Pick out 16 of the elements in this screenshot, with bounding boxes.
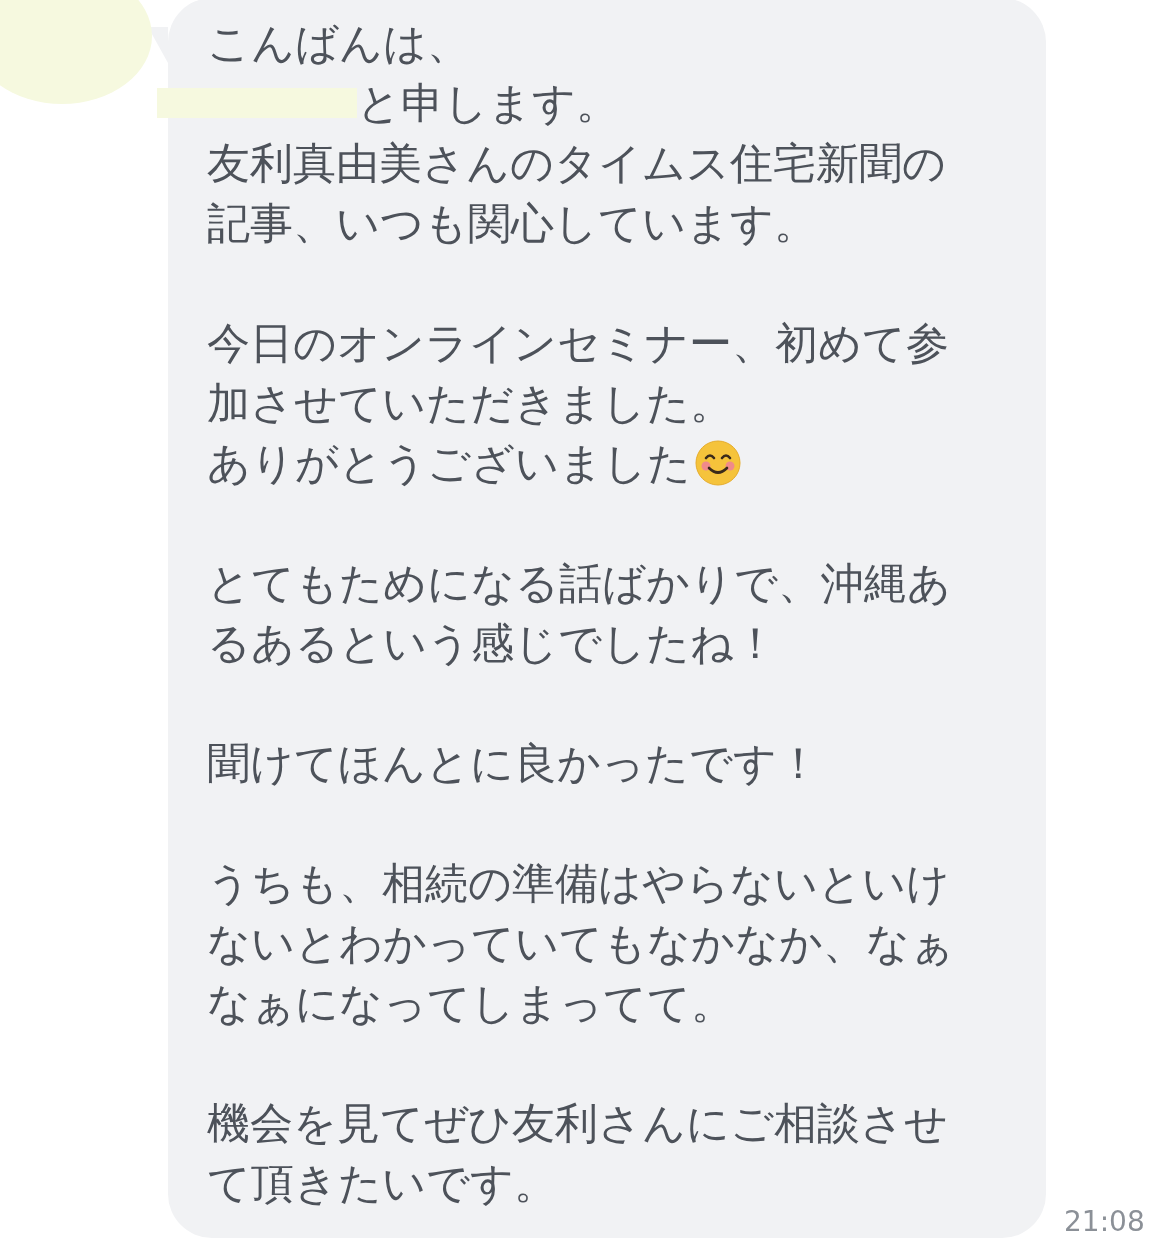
message-text: こんばんは、 xyxy=(207,17,470,70)
message-text: て頂きたいです。 xyxy=(207,1157,557,1210)
message-text: 聞けてほんとに良かったです！ xyxy=(207,737,820,790)
message-text: 今日のオンラインセミナー、初めて参 xyxy=(207,317,949,370)
message-text: 機会を見てぜひ友利さんにご相談させ xyxy=(207,1097,948,1150)
message-text: 加させていただきました。 xyxy=(207,377,733,430)
message-text: なぁになってしまってて。 xyxy=(207,977,734,1030)
message-text: 友利真由美さんのタイムス住宅新聞の xyxy=(207,137,946,190)
message-text: うちも、相続の準備はやらないといけ xyxy=(207,857,950,910)
message-text: とてもためになる話ばかりで、沖縄あ xyxy=(207,557,951,610)
message-text: るあるという感じでしたね！ xyxy=(207,617,777,670)
message-text: 記事、いつも関心しています。 xyxy=(207,197,817,250)
message-text: ないとわかっていてもなかなか、なぁ xyxy=(207,917,954,970)
timestamp: 21:08 xyxy=(1064,1208,1145,1238)
message-text: ありがとうございました xyxy=(207,437,691,490)
message-text: と申します。 xyxy=(357,77,619,130)
